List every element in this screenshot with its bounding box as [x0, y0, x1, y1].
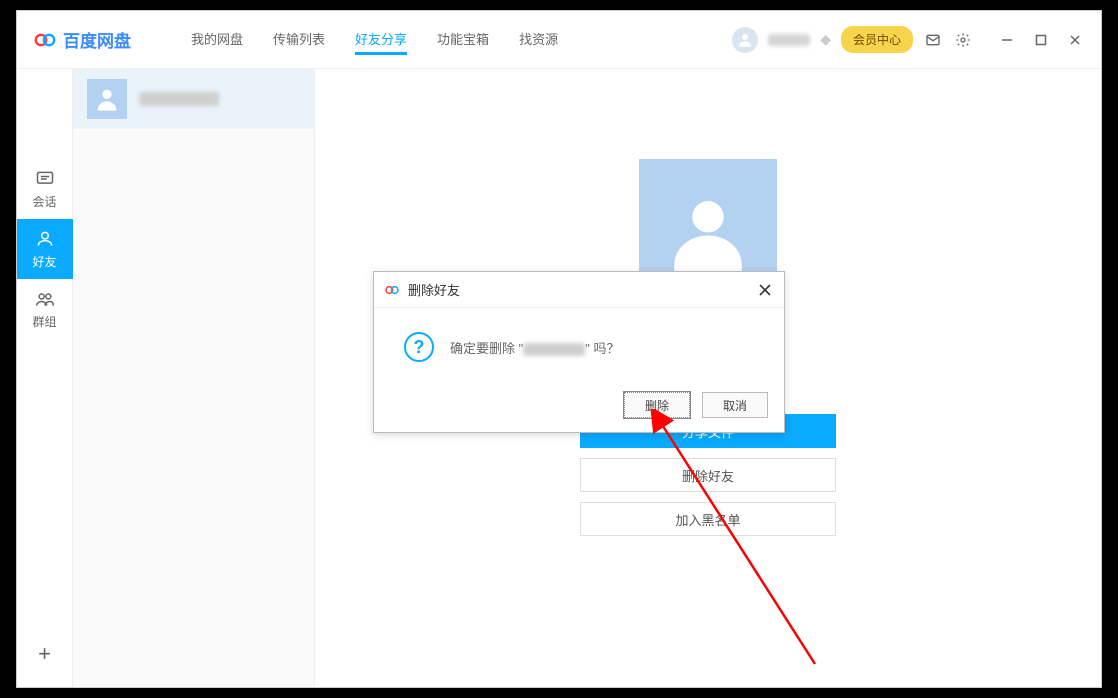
dialog-body: ? 确定要删除 "" 吗？ [374, 308, 784, 392]
delete-friend-button[interactable]: 删除好友 [580, 458, 836, 492]
member-center-button[interactable]: 会员中心 [841, 26, 913, 53]
friend-list [73, 69, 315, 687]
dialog-header: 删除好友 [374, 272, 784, 308]
diamond-icon: ◆ [820, 31, 831, 48]
dialog-footer: 删除 取消 [374, 392, 784, 432]
add-button[interactable]: + [38, 641, 51, 667]
sidebar-friends-label: 好友 [32, 253, 56, 270]
user-avatar-icon[interactable] [732, 27, 758, 53]
app-window: 百度网盘 我的网盘 传输列表 好友分享 功能宝箱 找资源 ◆ 会员中心 [16, 10, 1102, 688]
sidebar-chat-label: 会话 [32, 193, 56, 210]
dialog-name-redacted [523, 343, 585, 356]
sidebar-item-chat[interactable]: 会话 [17, 159, 73, 219]
friend-avatar-icon [87, 79, 127, 119]
window-controls [997, 30, 1085, 50]
dialog-cancel-button[interactable]: 取消 [702, 392, 768, 418]
dialog-message: 确定要删除 "" 吗？ [450, 338, 619, 357]
header: 百度网盘 我的网盘 传输列表 好友分享 功能宝箱 找资源 ◆ 会员中心 [17, 11, 1101, 69]
dialog-confirm-button[interactable]: 删除 [624, 392, 690, 418]
gear-icon[interactable] [953, 30, 973, 50]
close-button[interactable] [1065, 30, 1085, 50]
blacklist-button[interactable]: 加入黑名单 [580, 502, 836, 536]
friend-list-item[interactable] [73, 69, 314, 129]
nav-toolbox[interactable]: 功能宝箱 [437, 25, 489, 55]
nav-transfer[interactable]: 传输列表 [273, 25, 325, 55]
sidebar-item-groups[interactable]: 群组 [17, 279, 73, 339]
friend-name-redacted [139, 92, 219, 106]
minimize-button[interactable] [997, 30, 1017, 50]
username-redacted [768, 34, 810, 46]
logo-icon [33, 28, 57, 52]
nav-mydisk[interactable]: 我的网盘 [191, 25, 243, 55]
sidebar-groups-label: 群组 [32, 313, 56, 330]
dialog-title: 删除好友 [408, 280, 460, 299]
app-title: 百度网盘 [63, 27, 131, 52]
dialog-close-button[interactable] [756, 281, 774, 299]
confirm-dialog: 删除好友 ? 确定要删除 "" 吗？ 删除 取消 [373, 271, 785, 433]
sidebar-item-friends[interactable]: 好友 [17, 219, 73, 279]
top-nav: 我的网盘 传输列表 好友分享 功能宝箱 找资源 [191, 25, 558, 55]
maximize-button[interactable] [1031, 30, 1051, 50]
mail-icon[interactable] [923, 30, 943, 50]
sidebar-primary: 会话 好友 群组 + [17, 69, 73, 687]
question-icon: ? [404, 332, 434, 362]
dialog-logo-icon [384, 282, 400, 298]
app-logo: 百度网盘 [33, 27, 131, 52]
nav-friendshare[interactable]: 好友分享 [355, 25, 407, 55]
user-area: ◆ 会员中心 [732, 26, 1085, 53]
nav-resources[interactable]: 找资源 [519, 25, 558, 55]
